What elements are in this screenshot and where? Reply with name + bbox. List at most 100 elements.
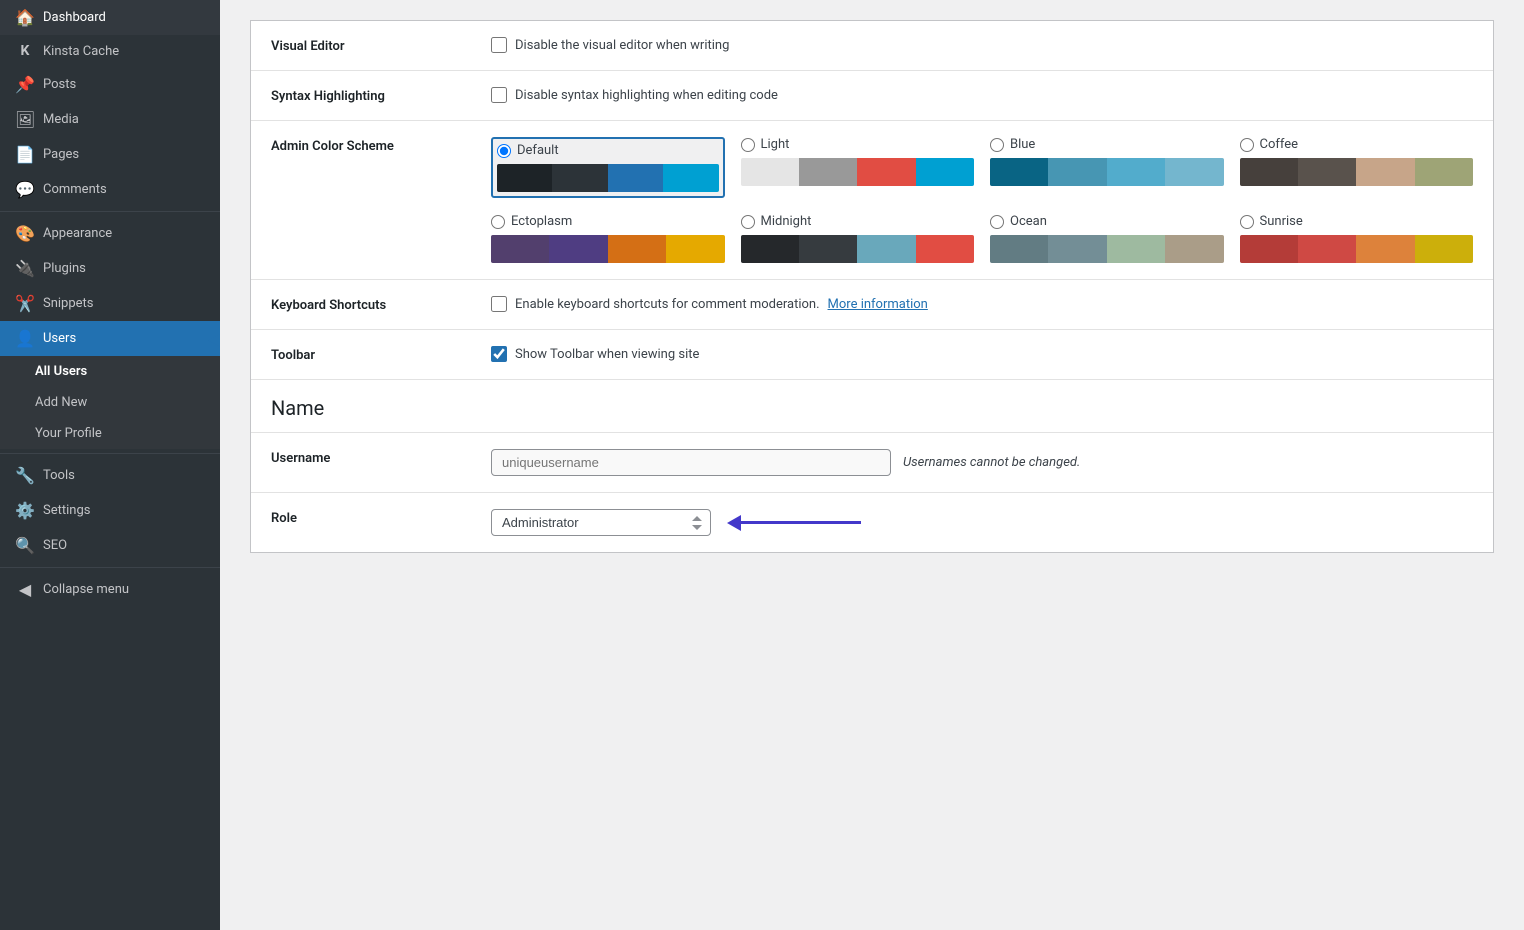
toolbar-checkbox[interactable]: [491, 346, 507, 362]
visual-editor-row: Visual Editor Disable the visual editor …: [251, 21, 1493, 71]
color-scheme-default-radio[interactable]: [497, 144, 511, 158]
sidebar-item-posts[interactable]: 📌 Posts: [0, 67, 220, 102]
visual-editor-checkbox[interactable]: [491, 37, 507, 53]
sidebar-label-collapse: Collapse menu: [43, 582, 129, 597]
keyboard-shortcuts-checkbox[interactable]: [491, 296, 507, 312]
color-scheme-light[interactable]: Light: [741, 137, 975, 198]
submenu-all-users[interactable]: All Users: [0, 356, 220, 387]
color-scheme-light-header: Light: [741, 137, 975, 152]
color-scheme-sunrise-radio[interactable]: [1240, 215, 1254, 229]
sidebar: 🏠 Dashboard K Kinsta Cache 📌 Posts 🖼 Med…: [0, 0, 220, 930]
swatch: [799, 158, 857, 186]
collapse-icon: ◀: [15, 580, 35, 599]
color-scheme-ocean[interactable]: Ocean: [990, 214, 1224, 263]
swatch: [608, 235, 666, 263]
sidebar-label-snippets: Snippets: [43, 296, 94, 311]
sidebar-item-kinsta-cache[interactable]: K Kinsta Cache: [0, 35, 220, 67]
sidebar-item-media[interactable]: 🖼 Media: [0, 102, 220, 137]
swatch: [1356, 235, 1414, 263]
toolbar-row: Toolbar Show Toolbar when viewing site: [251, 330, 1493, 380]
color-scheme-blue-label: Blue: [1010, 137, 1035, 152]
more-information-link[interactable]: More information: [828, 297, 928, 312]
role-row: Role Administrator Editor Author Contrib…: [251, 493, 1493, 552]
syntax-highlighting-checkbox[interactable]: [491, 87, 507, 103]
visual-editor-checkbox-text: Disable the visual editor when writing: [515, 38, 729, 53]
role-input-row: Administrator Editor Author Contributor …: [491, 509, 1473, 536]
color-scheme-light-radio[interactable]: [741, 138, 755, 152]
users-submenu: All Users Add New Your Profile: [0, 356, 220, 449]
color-scheme-midnight-radio[interactable]: [741, 215, 755, 229]
sidebar-item-tools[interactable]: 🔧 Tools: [0, 458, 220, 493]
visual-editor-checkbox-label[interactable]: Disable the visual editor when writing: [491, 37, 1473, 53]
arrow-line: [741, 521, 861, 524]
sidebar-item-settings[interactable]: ⚙️ Settings: [0, 493, 220, 528]
color-scheme-default-swatches: [497, 164, 719, 192]
sidebar-label-posts: Posts: [43, 77, 76, 92]
color-scheme-ectoplasm-swatches: [491, 235, 725, 263]
keyboard-shortcuts-label: Keyboard Shortcuts: [271, 296, 471, 313]
all-users-label: All Users: [35, 364, 87, 379]
role-select[interactable]: Administrator Editor Author Contributor …: [491, 509, 711, 536]
username-input[interactable]: [491, 449, 891, 476]
submenu-add-new[interactable]: Add New: [0, 387, 220, 418]
sidebar-item-pages[interactable]: 📄 Pages: [0, 137, 220, 172]
dashboard-icon: 🏠: [15, 8, 35, 27]
color-scheme-blue-radio[interactable]: [990, 138, 1004, 152]
sidebar-label-plugins: Plugins: [43, 261, 86, 276]
color-scheme-ocean-radio[interactable]: [990, 215, 1004, 229]
color-scheme-midnight[interactable]: Midnight: [741, 214, 975, 263]
toolbar-label: Toolbar: [271, 346, 471, 363]
sidebar-item-plugins[interactable]: 🔌 Plugins: [0, 251, 220, 286]
role-label: Role: [271, 509, 471, 526]
sidebar-label-users: Users: [43, 331, 76, 346]
swatch: [1048, 158, 1106, 186]
keyboard-shortcuts-row: Keyboard Shortcuts Enable keyboard short…: [251, 280, 1493, 330]
swatch: [990, 158, 1048, 186]
settings-container: Visual Editor Disable the visual editor …: [250, 20, 1494, 553]
color-scheme-blue[interactable]: Blue: [990, 137, 1224, 198]
keyboard-shortcuts-checkbox-label[interactable]: Enable keyboard shortcuts for comment mo…: [491, 296, 1473, 312]
color-scheme-sunrise-label: Sunrise: [1260, 214, 1303, 229]
color-scheme-coffee[interactable]: Coffee: [1240, 137, 1474, 198]
snippets-icon: ✂️: [15, 294, 35, 313]
color-scheme-ectoplasm[interactable]: Ectoplasm: [491, 214, 725, 263]
sidebar-item-comments[interactable]: 💬 Comments: [0, 172, 220, 207]
role-arrow-indicator: [727, 515, 861, 531]
sidebar-item-snippets[interactable]: ✂️ Snippets: [0, 286, 220, 321]
color-scheme-sunrise[interactable]: Sunrise: [1240, 214, 1474, 263]
sidebar-item-users[interactable]: 👤 Users: [0, 321, 220, 356]
toolbar-checkbox-label[interactable]: Show Toolbar when viewing site: [491, 346, 1473, 362]
color-scheme-default-label: Default: [517, 143, 559, 158]
syntax-highlighting-label: Syntax Highlighting: [271, 87, 471, 104]
sidebar-label-comments: Comments: [43, 182, 107, 197]
username-row: Username Usernames cannot be changed.: [251, 433, 1493, 493]
swatch: [857, 235, 915, 263]
color-scheme-coffee-radio[interactable]: [1240, 138, 1254, 152]
tools-icon: 🔧: [15, 466, 35, 485]
sidebar-item-seo[interactable]: 🔍 SEO: [0, 528, 220, 563]
syntax-highlighting-checkbox-label[interactable]: Disable syntax highlighting when editing…: [491, 87, 1473, 103]
keyboard-shortcuts-control: Enable keyboard shortcuts for comment mo…: [491, 296, 1473, 312]
username-control: Usernames cannot be changed.: [491, 449, 1473, 476]
color-scheme-ectoplasm-radio[interactable]: [491, 215, 505, 229]
swatch: [1165, 158, 1223, 186]
sidebar-label-appearance: Appearance: [43, 226, 112, 241]
swatch: [1107, 235, 1165, 263]
seo-icon: 🔍: [15, 536, 35, 555]
your-profile-label: Your Profile: [35, 426, 102, 441]
sidebar-label-settings: Settings: [43, 503, 90, 518]
color-scheme-default[interactable]: Default: [491, 137, 725, 198]
username-note: Usernames cannot be changed.: [903, 455, 1080, 470]
color-scheme-light-swatches: [741, 158, 975, 186]
sidebar-item-dashboard[interactable]: 🏠 Dashboard: [0, 0, 220, 35]
sidebar-item-collapse[interactable]: ◀ Collapse menu: [0, 572, 220, 607]
swatch: [1415, 158, 1473, 186]
add-new-label: Add New: [35, 395, 87, 410]
swatch: [1415, 235, 1473, 263]
submenu-your-profile[interactable]: Your Profile: [0, 418, 220, 449]
color-scheme-control: Default: [491, 137, 1473, 263]
swatch: [1107, 158, 1165, 186]
sidebar-item-appearance[interactable]: 🎨 Appearance: [0, 216, 220, 251]
username-label: Username: [271, 449, 471, 466]
color-scheme-ectoplasm-header: Ectoplasm: [491, 214, 725, 229]
